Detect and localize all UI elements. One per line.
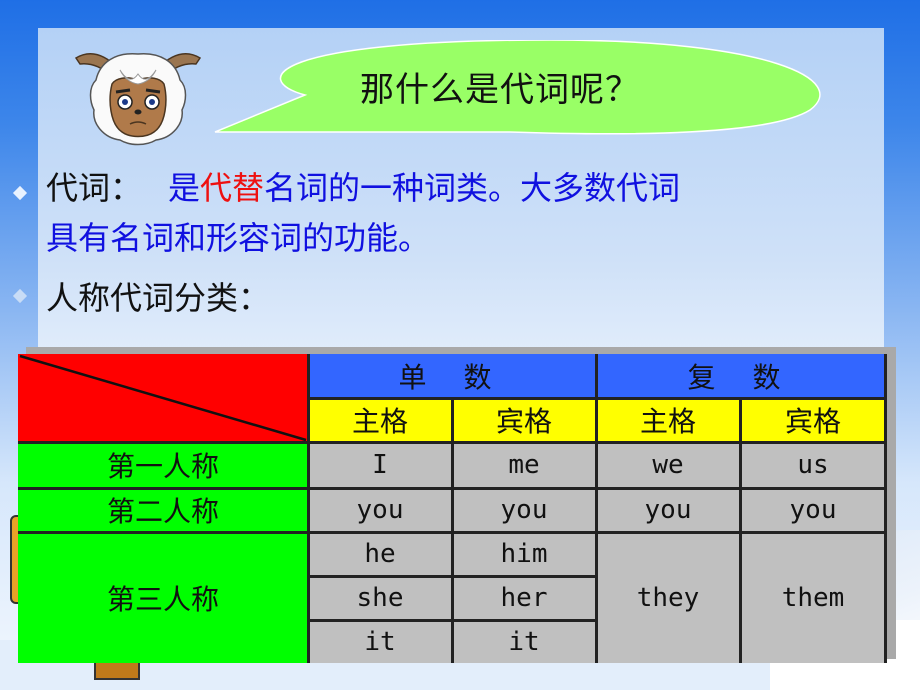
row-label-third-person: 第三人称 xyxy=(18,532,308,663)
header-plural: 复 数 xyxy=(596,354,886,398)
definition-highlight: 代替 xyxy=(200,169,265,207)
table-corner-cell xyxy=(18,354,308,442)
diamond-bullet-icon xyxy=(12,185,28,201)
row-label-first-person: 第一人称 xyxy=(18,442,308,488)
goat-character-icon xyxy=(74,53,202,146)
table-cell: I xyxy=(308,442,452,488)
header-nominative: 主格 xyxy=(308,398,452,442)
table-cell: us xyxy=(740,442,886,488)
subheading: 人称代词分类： xyxy=(46,279,271,317)
table-cell: me xyxy=(452,442,596,488)
table-cell: it xyxy=(308,620,452,663)
grid-line xyxy=(451,398,454,663)
definition-text: 名词的一种词类。大多数代词 xyxy=(264,169,681,207)
table-cell: you xyxy=(452,488,596,532)
row-label-second-person: 第二人称 xyxy=(18,488,308,532)
table-cell: him xyxy=(452,532,596,576)
table-cell: she xyxy=(308,576,452,620)
table-cell: he xyxy=(308,532,452,576)
table-cell: you xyxy=(308,488,452,532)
table-cell: it xyxy=(452,620,596,663)
table-cell: you xyxy=(740,488,886,532)
header-singular: 单 数 xyxy=(308,354,596,398)
pronoun-table: 单 数 复 数 主格 宾格 主格 宾格 第一人称 第二人称 第三人称 I me … xyxy=(18,354,888,663)
definition-line-2: 具有名词和形容词的功能。 xyxy=(46,219,431,257)
table-cell: them xyxy=(740,532,886,663)
diamond-bullet-icon xyxy=(12,288,28,304)
grid-line xyxy=(884,354,887,663)
header-objective: 宾格 xyxy=(740,398,886,442)
diagonal-line xyxy=(19,354,307,442)
definition-label: 代词： xyxy=(46,169,143,207)
grid-line xyxy=(307,354,310,663)
table-cell: her xyxy=(452,576,596,620)
speech-bubble-text: 那什么是代词呢？ xyxy=(360,70,640,110)
grid-line xyxy=(595,354,598,663)
grid-line xyxy=(739,398,742,663)
table-cell: you xyxy=(596,488,740,532)
definition-line-1: 代词： 是代替名词的一种词类。大多数代词 xyxy=(46,166,680,210)
table-cell: they xyxy=(596,532,740,663)
header-nominative: 主格 xyxy=(596,398,740,442)
header-objective: 宾格 xyxy=(452,398,596,442)
definition-text: 是 xyxy=(168,169,201,207)
table-cell: we xyxy=(596,442,740,488)
